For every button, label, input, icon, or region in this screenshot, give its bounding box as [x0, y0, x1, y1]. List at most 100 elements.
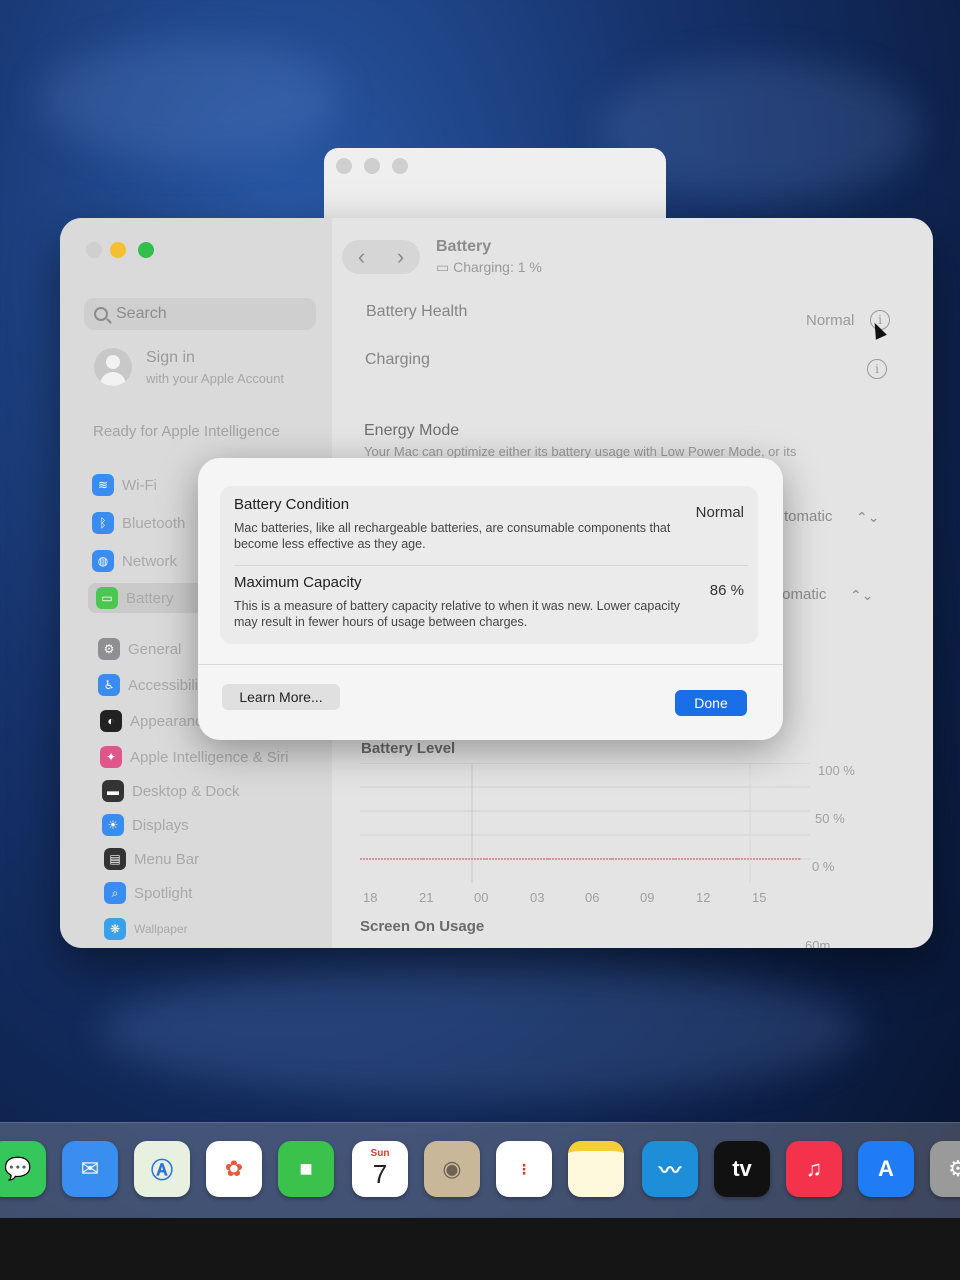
- back-chevron-icon[interactable]: ‹: [358, 244, 365, 270]
- sidebar-item-label: Network: [122, 552, 178, 570]
- app-store-icon[interactable]: A: [858, 1141, 914, 1197]
- toolbar: ‹ › Battery ▭ Charging: 1 %: [342, 238, 542, 276]
- facetime-icon[interactable]: ■: [278, 1141, 334, 1197]
- x-tick-label: 06: [585, 890, 600, 905]
- battery-health-dialog: Battery Condition Normal Mac batteries, …: [198, 458, 783, 740]
- freeform-icon[interactable]: 〰: [642, 1141, 698, 1197]
- sidebar-item-wallpaper[interactable]: ❋ Wallpaper: [104, 918, 188, 940]
- photos-icon[interactable]: ✿: [206, 1141, 262, 1197]
- charging-info-icon[interactable]: i: [867, 359, 887, 379]
- sidebar-item-label: Accessibili: [128, 676, 199, 694]
- notes-icon[interactable]: [568, 1141, 624, 1197]
- sidebar-item-bluetooth[interactable]: ᛒ Bluetooth: [92, 512, 185, 534]
- sidebar-item-label: Displays: [132, 816, 189, 834]
- wallpaper-highlight: [100, 960, 860, 1100]
- sidebar-item-wifi[interactable]: ≋ Wi-Fi: [92, 474, 157, 496]
- battery-level-point: [799, 858, 801, 860]
- zoom-dot[interactable]: [392, 158, 408, 174]
- battery-level-point: [484, 858, 487, 860]
- sidebar-item-label: Spotlight: [134, 884, 193, 902]
- done-button[interactable]: Done: [675, 690, 747, 716]
- zoom-button[interactable]: [138, 242, 154, 258]
- y-tick-label-partial: 60m: [805, 938, 831, 948]
- search-field[interactable]: Search: [84, 298, 316, 330]
- siri-icon: ✦: [100, 746, 122, 768]
- battery-level-label: Battery Level: [361, 740, 456, 757]
- gear-icon: ⚙: [98, 638, 120, 660]
- contacts-icon[interactable]: ◉: [424, 1141, 480, 1197]
- wallpaper-icon: ❋: [104, 918, 126, 940]
- close-button[interactable]: [86, 242, 102, 258]
- calendar-icon[interactable]: Sun 7: [352, 1141, 408, 1197]
- search-placeholder: Search: [116, 305, 167, 322]
- condition-title: Battery Condition: [234, 496, 350, 513]
- tv-label: tv: [732, 1156, 752, 1181]
- sidebar-item-menu-bar[interactable]: ▤ Menu Bar: [104, 848, 199, 870]
- energy-mode-select-2[interactable]: tomatic: [778, 586, 826, 603]
- energy-mode-select-1[interactable]: tomatic: [784, 508, 832, 525]
- info-card: Battery Condition Normal Mac batteries, …: [220, 486, 758, 644]
- close-dot[interactable]: [336, 158, 352, 174]
- x-tick-label: 18: [363, 890, 378, 905]
- battery-level-point: [547, 858, 550, 860]
- mail-icon[interactable]: ✉: [62, 1141, 118, 1197]
- sidebar-item-label: Desktop & Dock: [132, 782, 240, 800]
- nav-buttons: ‹ ›: [342, 240, 420, 274]
- learn-more-button[interactable]: Learn More...: [222, 684, 340, 710]
- sidebar-item-appearance[interactable]: ◐ Appearance: [100, 710, 211, 732]
- condition-description: Mac batteries, like all rechargeable bat…: [234, 521, 671, 551]
- messages-icon[interactable]: 💬: [0, 1141, 46, 1197]
- select-chevron-icon[interactable]: ⌃⌄: [856, 509, 879, 526]
- accessibility-icon: ♿: [98, 674, 120, 696]
- x-tick-label: 12: [696, 890, 711, 905]
- system-settings-icon[interactable]: ⚙: [930, 1141, 960, 1197]
- calendar-date: 7: [372, 1159, 388, 1189]
- ready-apple-intelligence[interactable]: Ready for Apple Intelligence: [93, 423, 280, 440]
- reminders-icon[interactable]: ⋮: [496, 1141, 552, 1197]
- account-subtitle: with your Apple Account: [146, 370, 285, 386]
- sidebar-item-apple-intelligence[interactable]: ✦ Apple Intelligence & Siri: [100, 746, 288, 768]
- avatar: [94, 348, 132, 386]
- account-row[interactable]: Sign in with your Apple Account: [94, 348, 284, 386]
- page-title: Battery: [436, 238, 492, 255]
- energy-mode-description: Your Mac can optimize either its battery…: [364, 444, 797, 459]
- calendar-day: Sun: [370, 1148, 390, 1159]
- sidebar-item-label: Bluetooth: [122, 514, 186, 532]
- sidebar-item-accessibility[interactable]: ♿ Accessibili: [98, 674, 198, 696]
- select-chevron-icon[interactable]: ⌃⌄: [850, 587, 873, 604]
- sidebar-item-label: Apple Intelligence & Siri: [130, 748, 289, 766]
- x-tick-label: 00: [474, 890, 489, 905]
- sidebar-item-displays[interactable]: ☀ Displays: [102, 814, 189, 836]
- sidebar-item-network[interactable]: ◍ Network: [92, 550, 177, 572]
- charging-label: Charging: [365, 351, 430, 368]
- minimize-button[interactable]: [110, 242, 126, 258]
- music-icon[interactable]: ♫: [786, 1141, 842, 1197]
- condition-value: Normal: [695, 504, 744, 521]
- divider: [198, 664, 783, 665]
- sidebar-item-label: General: [128, 640, 182, 658]
- charging-status: ▭ Charging: 1 %: [436, 259, 542, 276]
- tv-icon[interactable]: tv: [714, 1141, 770, 1197]
- displays-icon: ☀: [102, 814, 124, 836]
- sidebar-item-general[interactable]: ⚙ General: [98, 638, 181, 660]
- sidebar-item-spotlight[interactable]: ⌕ Spotlight: [104, 882, 192, 904]
- search-icon: [94, 307, 108, 321]
- forward-chevron-icon[interactable]: ›: [397, 244, 404, 270]
- sidebar-item-label: Battery: [126, 589, 174, 607]
- y-tick-label: 100 %: [818, 763, 855, 778]
- battery-level-point: [673, 858, 676, 860]
- battery-level-point: [610, 858, 613, 860]
- sidebar-item-label: Menu Bar: [134, 850, 200, 868]
- x-tick-label: 03: [530, 890, 545, 905]
- maps-icon[interactable]: Ⓐ: [134, 1141, 190, 1197]
- divider: [234, 565, 748, 566]
- spotlight-icon: ⌕: [104, 882, 126, 904]
- battery-level-point: [422, 858, 424, 860]
- minimize-dot[interactable]: [364, 158, 380, 174]
- screen-on-usage-label: Screen On Usage: [360, 918, 485, 935]
- bluetooth-icon: ᛒ: [92, 512, 114, 534]
- sidebar-item-desktop-dock[interactable]: ▬ Desktop & Dock: [102, 780, 240, 802]
- battery-health-value: Normal: [806, 312, 855, 329]
- account-title: Sign in: [146, 348, 195, 366]
- battery-level-point: [736, 858, 738, 860]
